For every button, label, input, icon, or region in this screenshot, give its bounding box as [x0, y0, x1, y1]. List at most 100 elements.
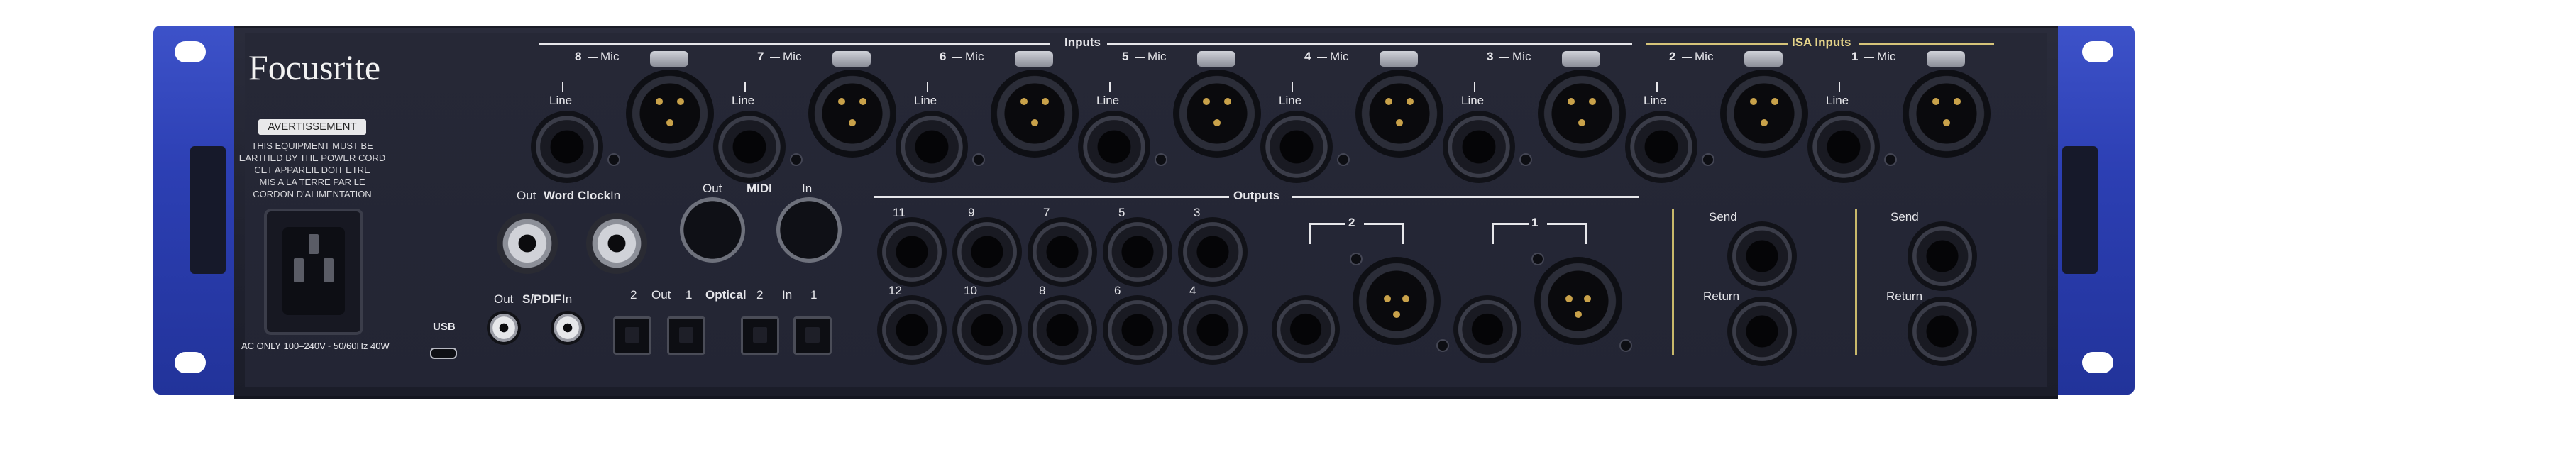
mic-xlr-input[interactable]	[808, 70, 896, 158]
input-number: 1	[1851, 50, 1859, 63]
optical-out-label: Out	[651, 288, 671, 302]
xlr-release-tab[interactable]	[1380, 51, 1418, 67]
line-input-jack[interactable]	[1807, 111, 1880, 183]
input-number: 2	[1669, 50, 1676, 63]
line-input-jack[interactable]	[896, 111, 968, 183]
mic-xlr-input[interactable]	[1720, 70, 1808, 158]
outputs-rule-left	[874, 196, 1229, 198]
line-output-jack[interactable]	[1103, 295, 1172, 365]
line-output-jack[interactable]	[1178, 217, 1248, 287]
line-label: Line	[732, 94, 755, 107]
output-number: 3	[1194, 206, 1201, 219]
midi-in-label: In	[802, 182, 813, 195]
isa-inputs-header: ISA Inputs	[1792, 35, 1851, 49]
isa-1-return-jack[interactable]	[1908, 297, 1977, 366]
isa-1-send-jack[interactable]	[1908, 221, 1977, 291]
input-number-tick	[1317, 57, 1327, 58]
output-number: 4	[1189, 284, 1196, 297]
spdif-out-rca[interactable]	[487, 311, 521, 345]
line-label: Line	[1279, 94, 1302, 107]
output-number: 5	[1118, 206, 1125, 219]
mic-xlr-input[interactable]	[1538, 70, 1626, 158]
spdif-in-rca[interactable]	[551, 311, 585, 345]
line-label-tick	[744, 82, 746, 92]
line-output-jack[interactable]	[952, 295, 1022, 365]
main-out-2-bracket-top	[1309, 223, 1345, 225]
output-number: 9	[968, 206, 975, 219]
word-clock-title: Word Clock	[544, 189, 611, 202]
xlr-release-tab[interactable]	[1197, 51, 1235, 67]
mic-label: Mic	[1512, 50, 1531, 63]
optical-in-2-label: 2	[756, 288, 764, 302]
input-number: 4	[1304, 50, 1311, 63]
optical-in-2-port[interactable]	[741, 316, 779, 355]
isa-rule-left	[1646, 43, 1788, 45]
screw	[1436, 339, 1449, 352]
main-out-1-jack[interactable]	[1453, 295, 1521, 363]
optical-in-1-port[interactable]	[793, 316, 832, 355]
usb-port[interactable]	[430, 348, 457, 359]
warning-badge: AVERTISSEMENT	[258, 119, 366, 135]
main-out-2-xlr[interactable]	[1353, 257, 1441, 345]
word-clock-in-bnc[interactable]	[586, 213, 647, 274]
input-number-tick	[1499, 57, 1509, 58]
xlr-release-tab[interactable]	[1927, 51, 1965, 67]
xlr-release-tab[interactable]	[832, 51, 871, 67]
screw	[972, 153, 985, 166]
isa-2-send-jack[interactable]	[1727, 221, 1797, 291]
outputs-header: Outputs	[1233, 189, 1280, 202]
mic-xlr-input[interactable]	[1903, 70, 1991, 158]
line-output-jack[interactable]	[1028, 295, 1097, 365]
main-out-1-xlr[interactable]	[1534, 257, 1622, 345]
isa-2-return-jack[interactable]	[1727, 297, 1797, 366]
xlr-release-tab[interactable]	[1744, 51, 1783, 67]
line-input-jack[interactable]	[531, 111, 603, 183]
midi-in-port[interactable]	[776, 197, 842, 263]
line-input-jack[interactable]	[1625, 111, 1697, 183]
screw	[1702, 153, 1714, 166]
xlr-release-tab[interactable]	[1015, 51, 1053, 67]
optical-out-2-port[interactable]	[613, 316, 651, 355]
output-number: 7	[1043, 206, 1050, 219]
mic-xlr-input[interactable]	[626, 70, 714, 158]
isa-2-send-label: Send	[1709, 210, 1737, 224]
optical-in-1-label: 1	[810, 288, 818, 302]
isa-divider	[1672, 209, 1674, 355]
xlr-release-tab[interactable]	[650, 51, 688, 67]
midi-out-label: Out	[703, 182, 722, 195]
mic-xlr-input[interactable]	[1173, 70, 1261, 158]
input-number-tick	[1864, 57, 1874, 58]
input-number: 6	[940, 50, 947, 63]
screw	[1350, 253, 1363, 265]
spdif-title: S/PDIF	[522, 292, 561, 306]
line-output-jack[interactable]	[877, 217, 947, 287]
line-output-jack[interactable]	[1178, 295, 1248, 365]
line-label: Line	[1461, 94, 1485, 107]
line-input-jack[interactable]	[1078, 111, 1150, 183]
line-label: Line	[914, 94, 937, 107]
mic-label: Mic	[1330, 50, 1349, 63]
midi-out-port[interactable]	[680, 197, 745, 263]
word-clock-out-bnc[interactable]	[497, 213, 558, 274]
main-out-2-jack[interactable]	[1272, 295, 1340, 363]
midi-title: MIDI	[747, 182, 772, 195]
line-output-jack[interactable]	[1028, 217, 1097, 287]
power-inlet[interactable]	[264, 209, 363, 335]
mic-xlr-input[interactable]	[1355, 70, 1443, 158]
input-number: 7	[757, 50, 764, 63]
optical-title: Optical	[705, 288, 747, 302]
line-output-jack[interactable]	[877, 295, 947, 365]
line-output-jack[interactable]	[952, 217, 1022, 287]
rack-mount-hole	[175, 41, 206, 62]
optical-out-1-port[interactable]	[667, 316, 705, 355]
mic-xlr-input[interactable]	[991, 70, 1079, 158]
optical-out-1-label: 1	[686, 288, 693, 302]
line-input-jack[interactable]	[713, 111, 786, 183]
input-number: 8	[575, 50, 582, 63]
line-input-jack[interactable]	[1260, 111, 1333, 183]
isa-1-send-label: Send	[1890, 210, 1919, 224]
line-input-jack[interactable]	[1443, 111, 1515, 183]
mic-label: Mic	[600, 50, 620, 63]
line-output-jack[interactable]	[1103, 217, 1172, 287]
xlr-release-tab[interactable]	[1562, 51, 1600, 67]
